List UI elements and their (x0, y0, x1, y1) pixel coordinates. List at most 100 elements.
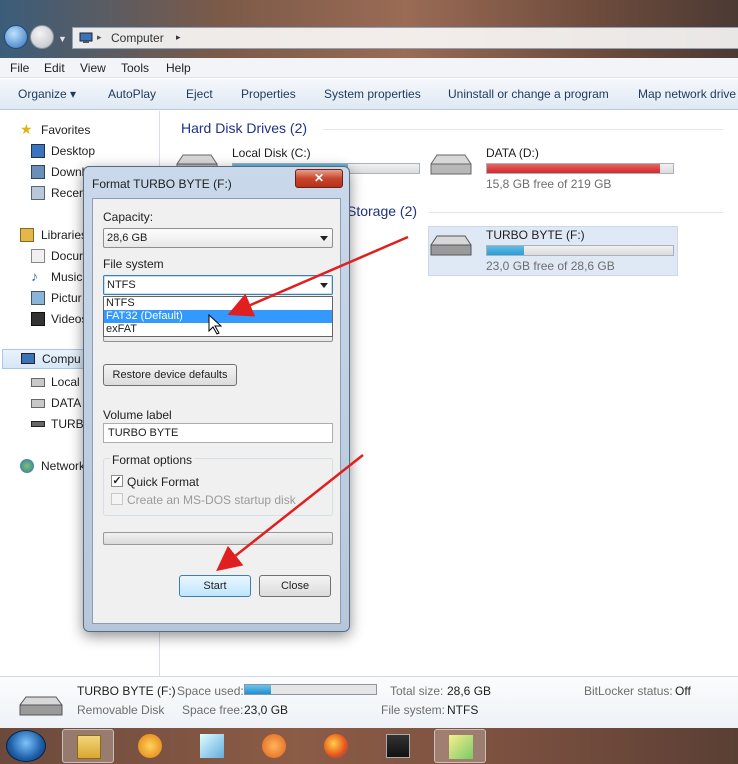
drive-f-usage-bar (486, 245, 674, 256)
eject-button[interactable]: Eject (186, 87, 213, 101)
taskbar-explorer[interactable] (62, 729, 114, 763)
taskbar-firefox[interactable] (310, 729, 362, 763)
breadcrumb[interactable]: ▸ Computer ▸ (72, 27, 738, 49)
usb-drive-icon (430, 235, 472, 256)
bitlocker-value: Off (675, 684, 691, 698)
fs-option-exfat[interactable]: exFAT (104, 323, 332, 336)
space-used-label: Space used: (177, 684, 244, 698)
menu-help[interactable]: Help (166, 61, 191, 75)
drive-f-name: TURBO BYTE (F:) (486, 228, 585, 242)
forward-button[interactable] (30, 25, 54, 49)
space-free-value: 23,0 GB (244, 703, 289, 717)
videos-icon (31, 312, 45, 326)
dialog-title: Format TURBO BYTE (F:) (92, 177, 232, 191)
total-size-label: Total size: (390, 684, 444, 698)
properties-button[interactable]: Properties (241, 87, 296, 101)
nav-libraries-label: Libraries (41, 228, 88, 242)
app-icon (386, 734, 410, 758)
breadcrumb-computer[interactable]: Computer (111, 31, 164, 45)
nav-desktop[interactable]: Desktop (0, 141, 159, 161)
taskbar-app-2[interactable] (124, 729, 176, 763)
address-bar-area: ▼ ▸ Computer ▸ (0, 0, 738, 58)
file-system-dropdown: NTFS FAT32 (Default) exFAT (103, 296, 333, 337)
organize-button[interactable]: Organize ▾ (18, 87, 76, 101)
taskbar-app-6[interactable] (372, 729, 424, 763)
taskbar-app-3[interactable] (186, 729, 238, 763)
close-button[interactable]: Close (259, 575, 331, 597)
nav-desktop-label: Desktop (51, 144, 96, 158)
chevron-down-icon (320, 283, 328, 288)
group-divider (323, 129, 723, 130)
drive-d-name: DATA (D:) (486, 146, 539, 160)
restore-defaults-button[interactable]: Restore device defaults (103, 364, 237, 386)
music-icon: ♪ (31, 268, 38, 284)
command-bar: Organize ▾ AutoPlay Eject Properties Sys… (0, 79, 738, 110)
app-icon (449, 735, 473, 759)
fs-option-ntfs[interactable]: NTFS (104, 297, 332, 310)
breadcrumb-chevron[interactable]: ▸ (176, 32, 181, 43)
space-used-bar (244, 684, 377, 695)
msdos-label: Create an MS-DOS startup disk (127, 493, 296, 507)
firefox-icon (324, 734, 348, 758)
network-icon (20, 459, 34, 473)
quick-format-checkbox[interactable]: ✓ (111, 475, 123, 487)
format-options-label: Format options (110, 453, 195, 467)
start-button[interactable]: Start (179, 575, 251, 597)
nav-local-label: Local (51, 375, 80, 389)
menu-edit[interactable]: Edit (44, 61, 65, 75)
drive-f[interactable]: TURBO BYTE (F:) 23,0 GB free of 28,6 GB (428, 226, 678, 276)
dialog-close-button[interactable]: ✕ (295, 169, 343, 188)
format-dialog: Format TURBO BYTE (F:) ✕ Capacity: 28,6 … (83, 166, 350, 632)
taskbar-app-7[interactable] (434, 729, 486, 763)
nav-music-label: Music (51, 270, 83, 284)
uninstall-program-button[interactable]: Uninstall or change a program (448, 87, 609, 101)
breadcrumb-separator[interactable]: ▸ (97, 32, 102, 43)
recent-places-icon (31, 186, 45, 200)
pictures-icon (31, 291, 45, 305)
computer-icon (21, 353, 35, 364)
menu-file[interactable]: File (10, 61, 29, 75)
fs-option-fat32[interactable]: FAT32 (Default) (104, 310, 332, 323)
file-system-select[interactable]: NTFS (103, 275, 333, 295)
menu-view[interactable]: View (80, 61, 106, 75)
nav-favorites-label: Favorites (41, 123, 91, 137)
map-network-drive-button[interactable]: Map network drive (638, 87, 736, 101)
hard-disk-icon (31, 399, 45, 408)
group-hard-disk-drives[interactable]: Hard Disk Drives (2) (181, 120, 307, 136)
start-button[interactable] (6, 730, 46, 762)
nav-documents-label: Docur (51, 249, 84, 263)
details-pane: TURBO BYTE (F:) Removable Disk Space use… (0, 676, 738, 728)
taskbar-uc-browser[interactable] (248, 729, 300, 763)
drive-c-name: Local Disk (C:) (232, 146, 311, 160)
downloads-icon (31, 165, 45, 179)
menu-tools[interactable]: Tools (121, 61, 149, 75)
usb-drive-icon (31, 421, 45, 427)
capacity-select[interactable]: 28,6 GB (103, 228, 333, 248)
drive-d-free: 15,8 GB free of 219 GB (486, 177, 612, 191)
hard-disk-icon (31, 378, 45, 387)
group-removable-storage[interactable]: Storage (2) (347, 203, 417, 219)
app-icon (200, 734, 224, 758)
documents-icon (31, 249, 45, 263)
system-properties-button[interactable]: System properties (324, 87, 421, 101)
volume-label-input[interactable]: TURBO BYTE (103, 423, 333, 443)
nav-videos-label: Videos (51, 312, 88, 326)
back-button[interactable] (4, 25, 28, 49)
drive-d-usage-bar (486, 163, 674, 174)
file-system-label: File system: (381, 703, 446, 717)
drive-d[interactable]: DATA (D:) 15,8 GB free of 219 GB (429, 146, 689, 194)
nav-network-label: Network (41, 459, 86, 473)
usb-drive-icon (19, 696, 63, 716)
msdos-checkbox[interactable] (111, 493, 123, 505)
file-system-value: NTFS (447, 703, 479, 717)
drive-f-free: 23,0 GB free of 28,6 GB (486, 259, 615, 273)
nav-pictures-label: Pictur (51, 291, 82, 305)
total-size-value: 28,6 GB (447, 684, 492, 698)
computer-icon (79, 32, 93, 43)
capacity-label: Capacity: (103, 210, 154, 224)
recent-pages-chevron-icon[interactable]: ▼ (58, 34, 67, 44)
file-system-label: File system (103, 257, 164, 271)
nav-recent-label: Recen (51, 186, 86, 200)
autoplay-button[interactable]: AutoPlay (108, 87, 156, 101)
nav-favorites[interactable]: ★ Favorites (0, 120, 159, 140)
